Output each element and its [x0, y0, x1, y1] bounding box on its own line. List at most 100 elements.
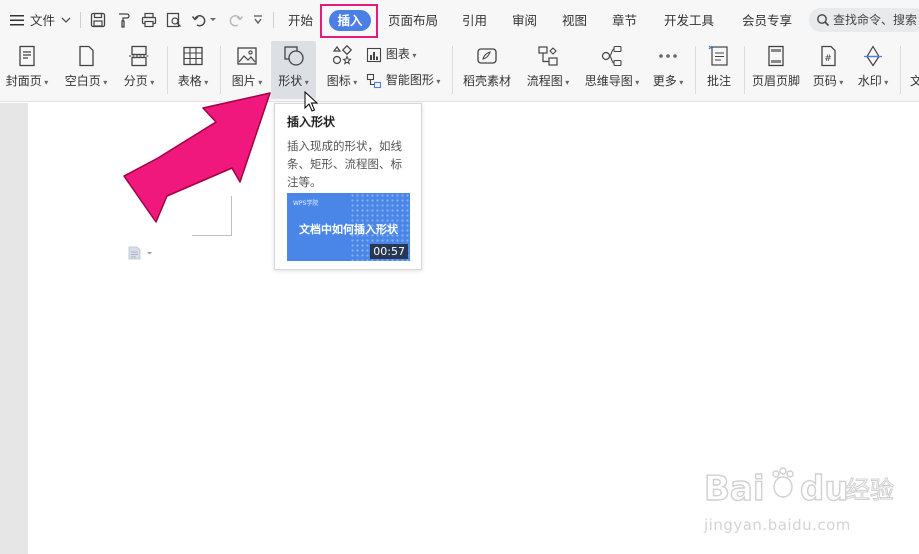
tab-member-exclusive[interactable]: 会员专享	[742, 11, 792, 31]
tooltip-title: 插入形状	[287, 115, 336, 129]
page-number-icon: #	[821, 45, 836, 67]
thumbnail-brand: WPS学院	[293, 200, 319, 207]
chart-icon	[366, 47, 382, 62]
ribbon-divider	[695, 46, 696, 94]
shape-icon	[283, 46, 304, 66]
tab-review[interactable]: 审阅	[512, 11, 537, 31]
dropdown-caret-icon: ▾	[302, 78, 309, 87]
page-break-button[interactable]: 分页 ▾	[118, 40, 160, 102]
page-number-label: 页码	[812, 74, 837, 88]
document-gutter	[0, 103, 28, 554]
icons-button[interactable]: 图标 ▾	[320, 40, 364, 102]
watermark-icon	[864, 45, 882, 67]
chart-button[interactable]: 图表 ▾	[366, 44, 416, 64]
text-partial-label: 文	[910, 74, 919, 88]
chevron-down-icon[interactable]	[60, 14, 72, 26]
page-margin-marker	[192, 235, 232, 236]
tab-section[interactable]: 章节	[612, 11, 637, 31]
blank-page-label: 空白页	[64, 74, 101, 88]
tab-view[interactable]: 视图	[562, 11, 587, 31]
mind-map-button[interactable]: 思维导图 ▾	[580, 40, 644, 102]
header-footer-label: 页眉页脚	[751, 74, 800, 88]
more-button[interactable]: 更多 ▾	[648, 40, 688, 102]
print-preview-icon[interactable]	[165, 11, 183, 29]
stock-material-button[interactable]: 稻壳素材	[458, 40, 516, 102]
watermark-button[interactable]: 水印 ▾	[852, 40, 894, 102]
dropdown-caret-icon: ▾	[41, 78, 49, 87]
page-break-label: 分页	[123, 74, 148, 88]
dropdown-caret-icon: ▾	[409, 51, 417, 60]
tab-page-layout[interactable]: 页面布局	[388, 11, 438, 31]
quick-access-more-icon[interactable]	[252, 14, 264, 26]
ribbon-divider	[220, 46, 221, 94]
more-label: 更多	[652, 74, 677, 88]
page-number-button[interactable]: # 页码 ▾	[808, 40, 848, 102]
ribbon-divider	[167, 46, 168, 94]
dropdown-caret-icon: ▾	[100, 78, 108, 87]
print-icon[interactable]	[140, 11, 158, 29]
flowchart-icon	[538, 46, 558, 66]
svg-text:#: #	[824, 54, 832, 64]
tab-references[interactable]: 引用	[462, 11, 487, 31]
smart-art-icon	[366, 73, 382, 88]
picture-icon	[237, 47, 257, 65]
chart-label: 图表	[385, 47, 410, 61]
header-footer-icon	[768, 45, 784, 67]
cover-page-button[interactable]: 封面页 ▾	[4, 40, 50, 102]
search-icon	[817, 14, 830, 27]
flowchart-label: 流程图	[526, 74, 563, 88]
flowchart-button[interactable]: 流程图 ▾	[522, 40, 574, 102]
menu-bar: 文件 开始 插入 页面布局 引用 审阅 视图 章节 开发工具 会员专享 查找命令…	[0, 0, 919, 40]
page-margin-marker	[231, 196, 232, 236]
undo-dropdown-icon[interactable]	[209, 16, 217, 24]
svg-text:Bai: Bai	[704, 469, 765, 509]
file-menu[interactable]: 文件	[30, 11, 55, 31]
dropdown-caret-icon: ▾	[562, 78, 570, 87]
ribbon-divider	[900, 46, 901, 94]
save-icon[interactable]	[89, 11, 107, 29]
svg-text:du: du	[800, 469, 849, 509]
tab-home[interactable]: 开始	[288, 11, 313, 31]
comment-icon	[708, 45, 728, 66]
insert-ribbon: 封面页 ▾ 空白页 ▾ 分页 ▾ 表格 ▾ 图片 ▾ 形状 ▾ 图标 ▾ 图表 …	[0, 40, 919, 102]
page-break-icon	[129, 45, 149, 67]
tooltip-description: 插入现成的形状，如线条、矩形、流程图、标注等。	[287, 139, 402, 189]
stock-material-icon	[477, 48, 497, 64]
cover-page-label: 封面页	[5, 74, 42, 88]
tab-developer-tools[interactable]: 开发工具	[664, 11, 714, 31]
undo-icon[interactable]	[191, 11, 209, 29]
paragraph-layout-icon[interactable]	[128, 246, 154, 260]
picture-button[interactable]: 图片 ▾	[226, 40, 268, 102]
search-placeholder: 查找命令、搜索	[833, 13, 918, 27]
text-box-button-partial[interactable]: 文	[906, 40, 919, 102]
svg-text:经验: 经验	[846, 476, 894, 504]
ribbon-divider	[452, 46, 453, 94]
divider	[273, 12, 274, 28]
baidu-jingyan-logo: Bai du 经验	[703, 467, 895, 510]
dropdown-caret-icon: ▾	[350, 78, 358, 87]
ribbon-divider	[744, 46, 745, 94]
redo-icon[interactable]	[226, 11, 244, 29]
smart-art-label: 智能图形	[385, 73, 434, 87]
comment-button[interactable]: 批注	[700, 40, 738, 102]
insert-shape-tooltip: 插入形状 插入现成的形状，如线条、矩形、流程图、标注等。 WPS学院 文档中如何…	[274, 103, 422, 270]
tutorial-video-thumbnail[interactable]: WPS学院 文档中如何插入形状 00:57	[287, 193, 410, 261]
command-search-box[interactable]: 查找命令、搜索	[809, 8, 919, 32]
smart-art-button[interactable]: 智能图形 ▾	[366, 70, 440, 90]
table-label: 表格	[177, 74, 202, 88]
thumbnail-title: 文档中如何插入形状	[299, 223, 398, 236]
blank-page-button[interactable]: 空白页 ▾	[60, 40, 112, 102]
watermark-url: jingyan.baidu.com	[704, 516, 851, 534]
dropdown-caret-icon: ▾	[255, 78, 263, 87]
icons-label: 图标	[326, 74, 351, 88]
dropdown-caret-icon: ▾	[433, 77, 441, 86]
mind-map-icon	[601, 45, 622, 67]
dropdown-caret-icon: ▾	[676, 78, 684, 87]
table-button[interactable]: 表格 ▾	[172, 40, 214, 102]
format-painter-icon[interactable]	[115, 11, 133, 29]
header-footer-button[interactable]: 页眉页脚	[748, 40, 804, 102]
divider	[80, 12, 81, 28]
hamburger-menu-icon[interactable]	[9, 12, 25, 28]
dropdown-caret-icon: ▾	[632, 78, 640, 87]
watermark-label: 水印	[857, 74, 882, 88]
